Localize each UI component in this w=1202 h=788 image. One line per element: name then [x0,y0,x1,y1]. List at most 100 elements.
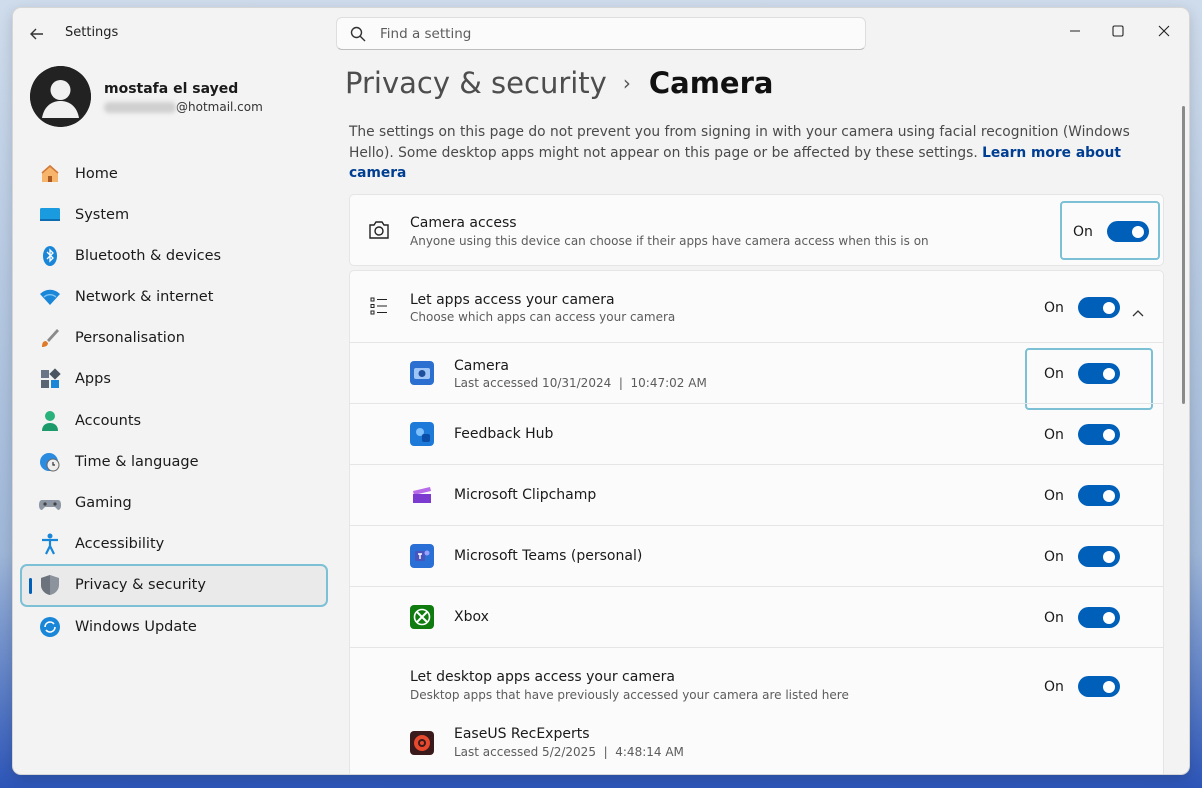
camera-icon [368,220,390,244]
wifi-icon [39,286,61,308]
camera-app-toggle[interactable] [1077,363,1120,384]
minimize-button[interactable] [1052,16,1098,46]
sidebar-item-windows-update[interactable]: Windows Update [22,607,326,646]
user-name: mostafa el sayed [104,81,239,97]
desktop-apps-title: Let desktop apps access your camera [410,669,675,685]
desktop-apps-subtitle: Desktop apps that have previously access… [410,688,849,702]
desktop-apps-toggle-group[interactable]: On [1044,676,1120,697]
breadcrumb-parent[interactable]: Privacy & security [345,66,607,100]
maximize-button[interactable] [1095,16,1141,46]
let-apps-subtitle: Choose which apps can access your camera [410,310,676,324]
teams-icon [410,544,434,568]
page-title: Camera [648,66,774,100]
sidebar-item-label: Home [75,165,118,182]
let-apps-toggle[interactable] [1077,297,1120,318]
toggle-state-label: On [1073,223,1093,240]
scrollbar[interactable] [1182,106,1185,404]
xbox-toggle[interactable] [1077,607,1120,628]
app-toggle-group[interactable]: On [1044,485,1120,506]
let-apps-title: Let apps access your camera [410,292,615,308]
sidebar-item-apps[interactable]: Apps [22,360,326,399]
sidebar-item-accessibility[interactable]: Accessibility [22,525,326,564]
app-row: Microsoft Teams (personal) On [350,525,1163,586]
teams-toggle[interactable] [1077,546,1120,567]
sidebar-item-network[interactable]: Network & internet [22,278,326,317]
camera-access-toggle[interactable] [1106,221,1149,242]
toggle-state-label: On [1044,299,1064,316]
sidebar-item-label: Apps [75,371,111,388]
toggle-state-label: On [1044,678,1064,695]
desktop-app-last-accessed: Last accessed 5/2/2025 | 4:48:14 AM [454,745,684,759]
app-row: Camera Last accessed 10/31/2024 | 10:47:… [350,342,1163,410]
email-redacted [104,102,176,113]
shield-icon [39,574,61,596]
let-apps-row: Let apps access your camera Choose which… [350,271,1163,342]
desktop-apps-toggle[interactable] [1077,676,1120,697]
camera-access-card: Camera access Anyone using this device c… [349,194,1164,266]
app-row: Feedback Hub On [350,403,1163,464]
app-row: Microsoft Clipchamp On [350,464,1163,525]
sidebar-item-personalisation[interactable]: Personalisation [22,319,326,358]
system-icon [39,204,61,226]
desktop-apps-row: Let desktop apps access your camera Desk… [350,647,1163,774]
camera-access-toggle-group[interactable]: On [1073,221,1149,242]
app-name: Microsoft Clipchamp [454,487,597,503]
app-toggle-group[interactable]: On [1044,607,1120,628]
clipchamp-toggle[interactable] [1077,485,1120,506]
sidebar-item-label: Bluetooth & devices [75,247,222,264]
sidebar-item-label: Gaming [75,495,132,511]
let-apps-toggle-group[interactable]: On [1044,297,1120,318]
sidebar-item-home[interactable]: Home [22,154,326,193]
sidebar-nav: Home System Bluetooth & devices Network … [20,154,328,648]
email-domain: @hotmail.com [176,100,263,114]
camera-app-icon [410,361,434,385]
close-button[interactable] [1141,16,1187,46]
feedback-hub-icon [410,422,434,446]
globe-clock-icon [39,451,61,473]
clipchamp-icon [410,483,434,507]
accounts-icon [39,410,61,432]
gamepad-icon [39,492,61,514]
app-name: Microsoft Teams (personal) [454,548,643,564]
sidebar-item-system[interactable]: System [22,195,326,234]
toggle-state-label: On [1044,609,1064,626]
feedback-hub-toggle[interactable] [1077,424,1120,445]
settings-window: Settings mostafa el sayed @hotmail.com H… [13,8,1189,774]
minimize-icon [1070,30,1080,32]
sidebar-item-label: Privacy & security [75,577,206,594]
easeus-icon [410,731,434,755]
sidebar-item-label: System [75,206,130,223]
sidebar-item-label: Windows Update [75,618,197,635]
app-row: Xbox On [350,586,1163,647]
page-description: The settings on this page do not prevent… [349,122,1159,184]
back-arrow-icon[interactable] [27,24,47,44]
sidebar-item-gaming[interactable]: Gaming [22,484,326,523]
chevron-right-icon: › [622,71,631,95]
app-toggle-group[interactable]: On [1044,424,1120,445]
maximize-icon [1112,25,1124,37]
sidebar-item-time-language[interactable]: Time & language [22,442,326,481]
toggle-state-label: On [1044,426,1064,443]
avatar[interactable] [30,66,91,127]
sidebar-item-label: Time & language [75,453,199,470]
toggle-state-label: On [1044,548,1064,565]
apps-icon [39,368,61,390]
app-toggle-group[interactable]: On [1044,546,1120,567]
sidebar-item-accounts[interactable]: Accounts [22,401,326,440]
search-input[interactable] [380,25,820,42]
sidebar-item-bluetooth[interactable]: Bluetooth & devices [22,236,326,275]
app-name: Feedback Hub [454,426,554,442]
toggle-state-label: On [1044,487,1064,504]
sidebar-item-label: Accounts [75,412,142,429]
accessibility-icon [39,533,61,555]
sidebar-item-label: Personalisation [75,330,185,347]
home-icon [39,163,61,185]
xbox-icon [410,605,434,629]
sidebar-item-privacy-security[interactable]: Privacy & security [20,563,328,607]
search-box[interactable] [336,17,866,50]
let-apps-card: Let apps access your camera Choose which… [349,270,1164,774]
chevron-up-icon[interactable] [1132,302,1144,321]
app-toggle-group[interactable]: On [1044,363,1120,384]
close-icon [1158,25,1170,37]
desktop-app-name: EaseUS RecExperts [454,726,590,742]
